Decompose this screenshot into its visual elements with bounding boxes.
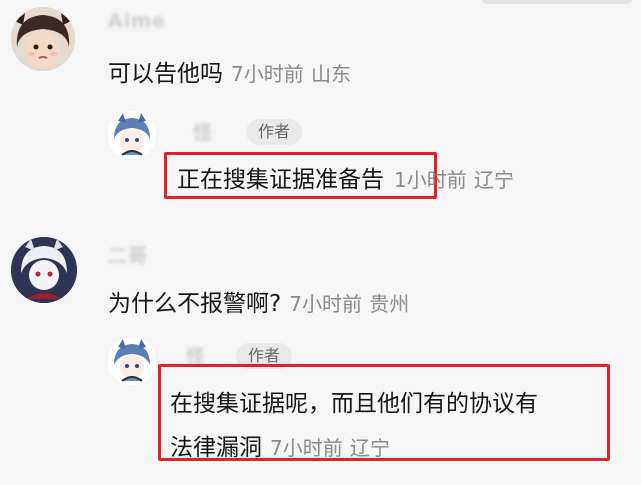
reply-line: 正在搜集证据准备告 1小时前 辽宁 <box>177 160 514 194</box>
comment-location: 山东 <box>311 62 352 86</box>
comment-username[interactable]: 二哥 <box>108 241 148 268</box>
comment-time: 7小时前 <box>289 292 362 316</box>
reply-line-2: 法律漏洞 7小时前 辽宁 <box>170 428 390 462</box>
reply-text-line-2: 法律漏洞 <box>170 435 262 461</box>
avatar[interactable] <box>11 237 77 303</box>
reply-time: 7小时前 <box>270 436 343 460</box>
comment-line: 可以告他吗 7小时前 山东 <box>108 54 351 88</box>
comment-line: 为什么不报警啊? 7小时前 贵州 <box>108 284 409 318</box>
author-avatar-image-icon <box>108 337 156 385</box>
comment-time: 7小时前 <box>231 62 304 86</box>
avatar-image-icon <box>11 237 77 303</box>
author-avatar[interactable] <box>108 111 156 159</box>
reply-username[interactable]: 怪 <box>193 118 213 145</box>
author-avatar[interactable] <box>108 337 156 385</box>
reply-location: 辽宁 <box>350 436 391 460</box>
avatar-image-icon <box>11 7 75 71</box>
top-edge-bar <box>482 0 632 4</box>
avatar[interactable] <box>11 7 75 71</box>
author-avatar-image-icon <box>108 111 156 159</box>
comment-text: 可以告他吗 <box>108 61 223 87</box>
reply-time: 1小时前 <box>394 168 467 192</box>
author-badge: 作者 <box>246 119 303 145</box>
comment-username[interactable]: Aime <box>108 10 166 32</box>
reply-location: 辽宁 <box>474 168 515 192</box>
reply-text-line-1: 在搜集证据呢，而且他们有的协议有 <box>170 391 538 417</box>
comment-location: 贵州 <box>369 292 410 316</box>
reply-text: 正在搜集证据准备告 <box>177 167 384 193</box>
reply-line-1: 在搜集证据呢，而且他们有的协议有 <box>170 384 538 418</box>
comment-text: 为什么不报警啊? <box>108 291 282 317</box>
